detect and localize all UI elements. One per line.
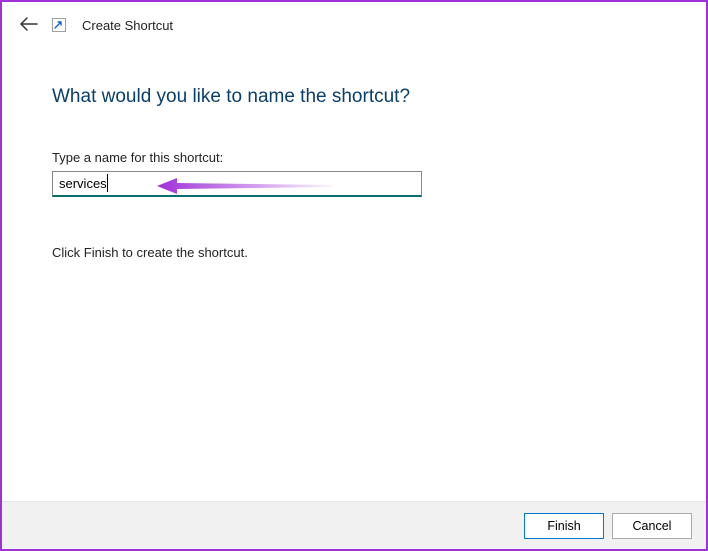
finish-button[interactable]: Finish (524, 513, 604, 539)
wizard-title: Create Shortcut (82, 18, 173, 33)
cancel-button[interactable]: Cancel (612, 513, 692, 539)
wizard-content: What would you like to name the shortcut… (2, 34, 706, 260)
shortcut-name-input-wrap (52, 171, 422, 197)
back-arrow-icon[interactable] (20, 16, 38, 34)
wizard-footer: Finish Cancel (2, 501, 706, 549)
text-cursor-icon (107, 174, 108, 192)
instruction-text: Click Finish to create the shortcut. (52, 245, 656, 260)
page-heading: What would you like to name the shortcut… (52, 86, 656, 108)
shortcut-name-label: Type a name for this shortcut: (52, 150, 656, 165)
shortcut-overlay-icon (52, 18, 66, 32)
wizard-header: Create Shortcut (2, 2, 706, 34)
